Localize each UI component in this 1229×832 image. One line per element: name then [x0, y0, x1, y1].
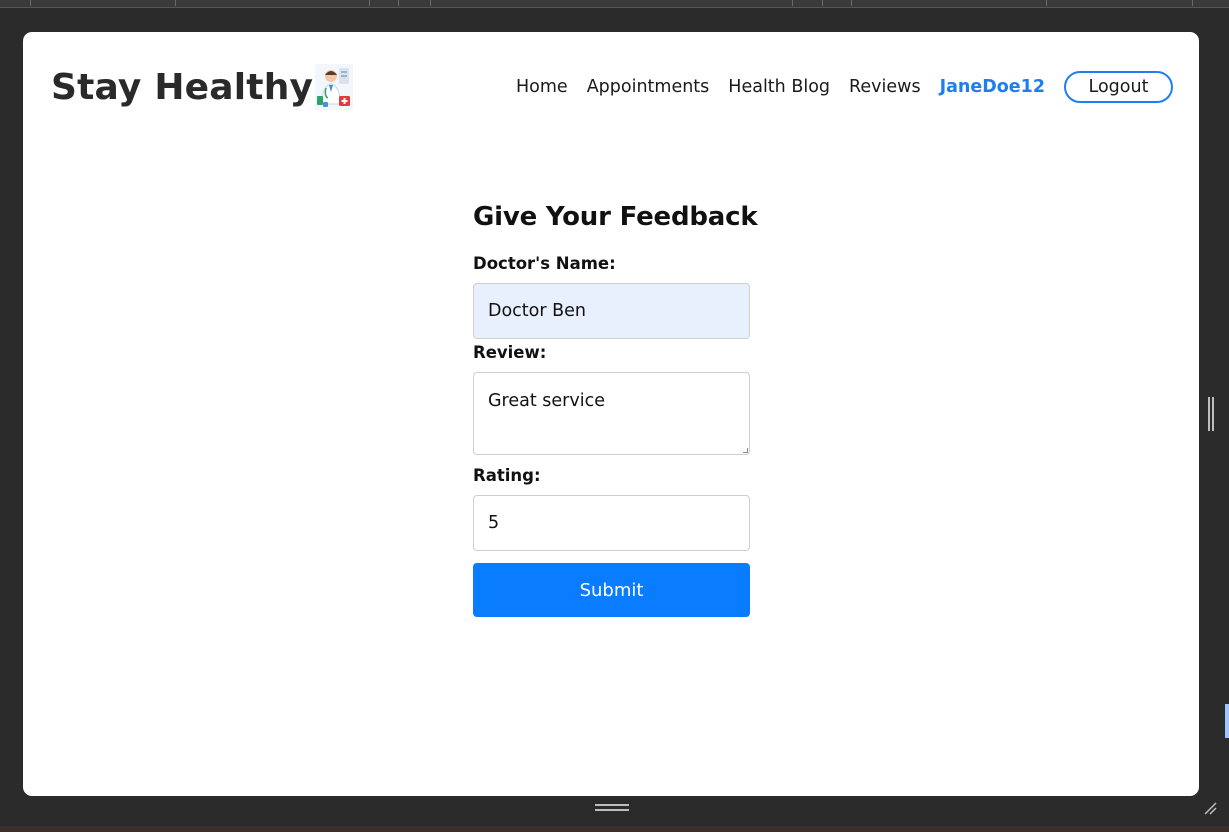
vertical-resize-handle[interactable]: [1208, 397, 1214, 431]
review-value: Great service: [488, 391, 605, 411]
top-nav: Home Appointments Health Blog Reviews Ja…: [497, 70, 1173, 104]
side-accent: [1225, 704, 1229, 738]
rating-value: 5: [488, 513, 500, 533]
doctor-icon: [315, 64, 354, 110]
nav-home[interactable]: Home: [516, 77, 568, 97]
nav-reviews[interactable]: Reviews: [849, 77, 921, 97]
username-link[interactable]: JaneDoe12: [940, 77, 1045, 97]
horizontal-resize-handle[interactable]: [595, 804, 629, 812]
doctor-name-value: Doctor Ben: [488, 301, 586, 321]
nav-health-blog[interactable]: Health Blog: [728, 77, 830, 97]
rating-input[interactable]: 5: [473, 495, 750, 551]
brand[interactable]: Stay Healthy: [51, 62, 354, 112]
review-textarea[interactable]: Great service: [473, 372, 750, 455]
feedback-form: Give Your Feedback Doctor's Name: Doctor…: [473, 202, 758, 617]
corner-resize-icon[interactable]: [1203, 800, 1217, 815]
doctor-name-label: Doctor's Name:: [473, 254, 616, 273]
nav-appointments[interactable]: Appointments: [587, 77, 710, 97]
brand-name: Stay Healthy: [51, 66, 314, 108]
window-top-strip: [0, 0, 1229, 8]
bottom-edge: [0, 826, 1229, 832]
rating-label: Rating:: [473, 466, 541, 485]
review-label: Review:: [473, 343, 547, 362]
resize-grip-icon[interactable]: [743, 448, 748, 453]
submit-button[interactable]: Submit: [473, 563, 750, 617]
logout-button[interactable]: Logout: [1064, 71, 1173, 103]
browser-viewport: Stay Healthy Home Appointments Health Bl…: [23, 32, 1199, 796]
form-title: Give Your Feedback: [473, 202, 758, 232]
doctor-name-input[interactable]: Doctor Ben: [473, 283, 750, 339]
